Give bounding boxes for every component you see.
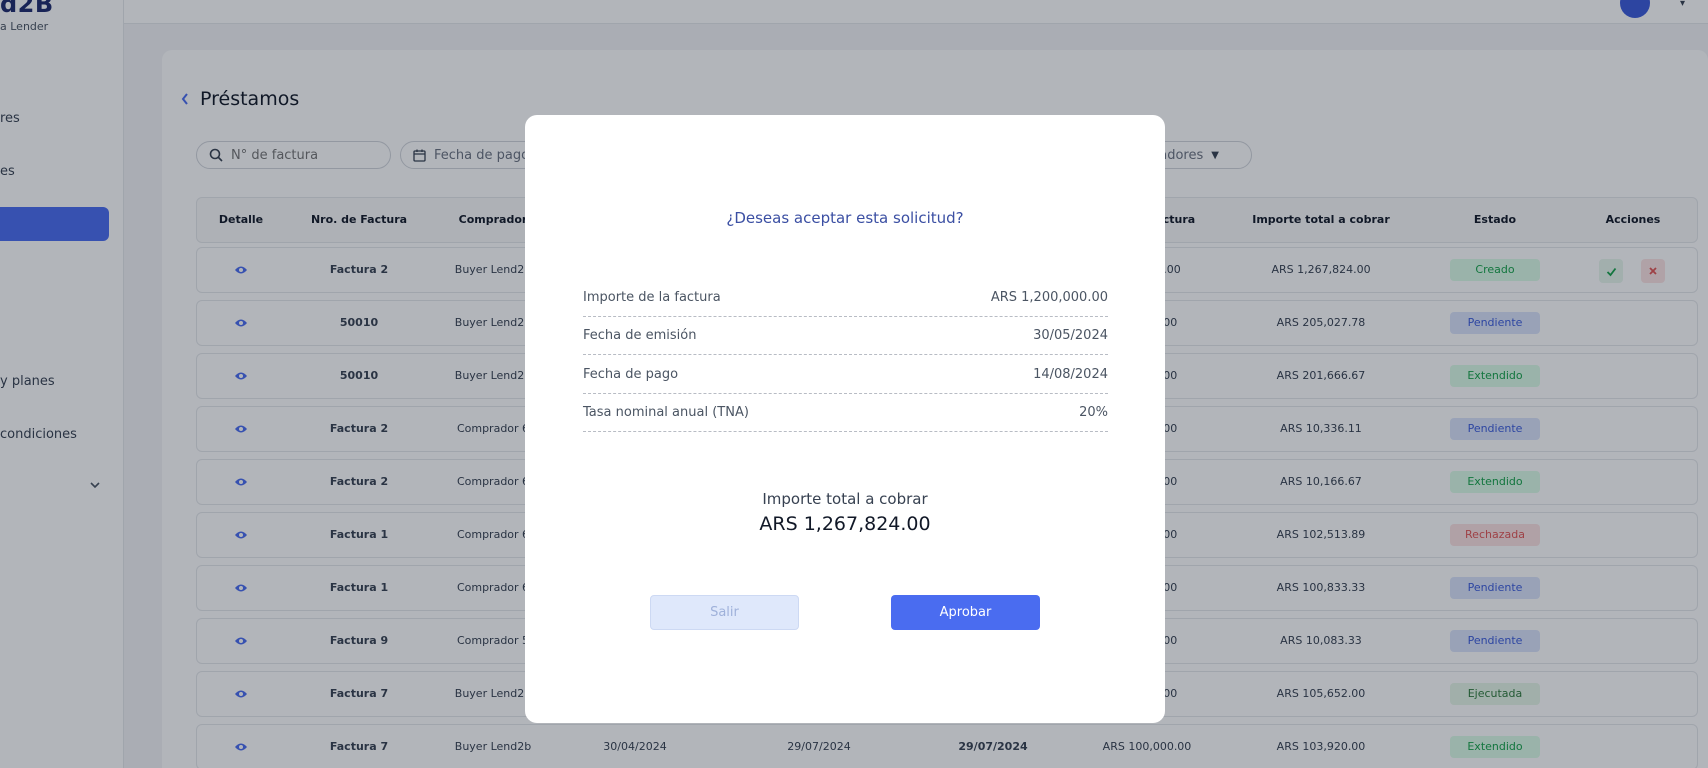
dialog-title: ¿Deseas aceptar esta solicitud?: [726, 209, 964, 227]
total-value: ARS 1,267,824.00: [759, 513, 931, 535]
detail-value: 20%: [1079, 405, 1108, 420]
approve-button[interactable]: Aprobar: [891, 595, 1040, 630]
detail-value: ARS 1,200,000.00: [990, 290, 1108, 305]
detail-value: 14/08/2024: [1033, 367, 1108, 382]
confirm-dialog: ¿Deseas aceptar esta solicitud? Importe …: [525, 115, 1165, 723]
detail-row: Tasa nominal anual (TNA) 20%: [583, 394, 1108, 432]
detail-label: Tasa nominal anual (TNA): [583, 405, 749, 420]
detail-label: Fecha de emisión: [583, 328, 697, 343]
detail-row: Fecha de pago 14/08/2024: [583, 356, 1108, 394]
detail-value: 30/05/2024: [1033, 328, 1108, 343]
total-label: Importe total a cobrar: [762, 490, 928, 508]
detail-label: Importe de la factura: [583, 290, 721, 305]
detail-row: Fecha de emisión 30/05/2024: [583, 317, 1108, 355]
detail-row: Importe de la factura ARS 1,200,000.00: [583, 279, 1108, 317]
detail-label: Fecha de pago: [583, 367, 679, 382]
cancel-button[interactable]: Salir: [650, 595, 799, 630]
